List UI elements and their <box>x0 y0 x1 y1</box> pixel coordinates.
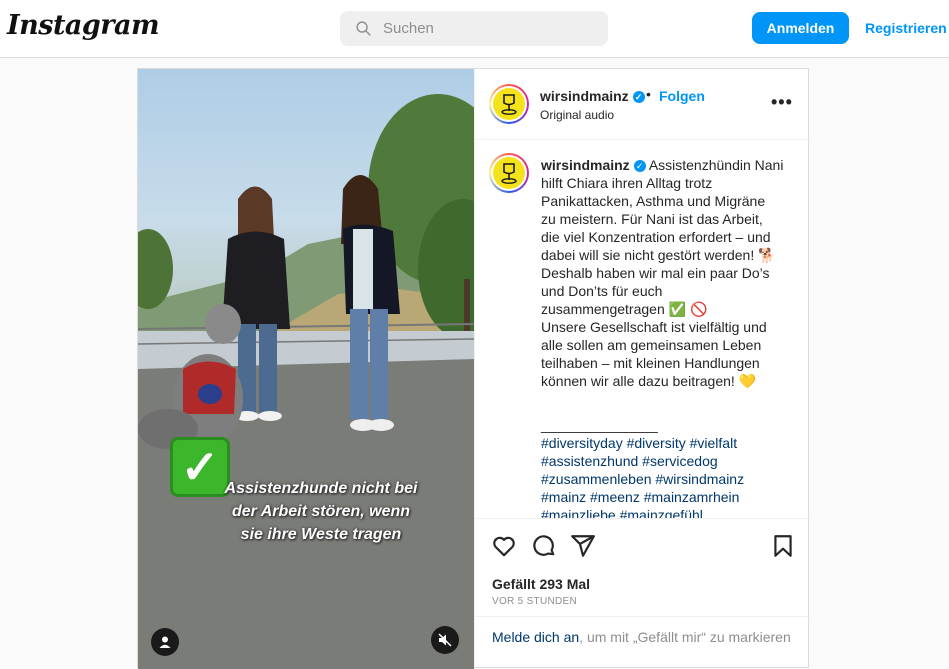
caption-line: Deshalb haben wir mal ein paar Do’s <box>541 265 770 281</box>
hashtag-line[interactable]: #mainzliebe #mainzgefühl <box>541 506 791 518</box>
likes-count[interactable]: Gefällt 293 Mal <box>492 576 590 592</box>
audio-label[interactable]: Original audio <box>540 108 614 122</box>
avatar[interactable] <box>489 84 529 124</box>
caption-line: wirsindmainz ✓ Assistenzhündin Nani <box>541 156 791 174</box>
post-actions: Gefällt 293 Mal VOR 5 STUNDEN Melde dich… <box>475 518 810 669</box>
follow-button[interactable]: Folgen <box>659 88 705 104</box>
caption-line: _______________ <box>541 417 658 433</box>
caption-line: die viel Konzentration erfordert – und <box>541 229 771 245</box>
hashtag-line[interactable]: #assistenzhund #servicedog <box>541 452 791 470</box>
bookmark-icon[interactable] <box>770 533 796 559</box>
post-timestamp: VOR 5 STUNDEN <box>492 596 578 607</box>
more-options-icon[interactable]: ••• <box>771 92 793 113</box>
hashtag-line[interactable]: #mainz #meenz #mainzamrhein <box>541 488 791 506</box>
login-prompt: Melde dich an, um mit „Gefällt mir“ zu m… <box>475 616 810 645</box>
avatar[interactable] <box>489 153 529 193</box>
video-caption-overlay: Assistenzhunde nicht bei der Arbeit stör… <box>186 477 456 546</box>
caption-line: können wir alle dazu beitragen! 💛 <box>541 373 757 389</box>
overlay-line: Assistenzhunde nicht bei <box>224 480 418 497</box>
caption-section: wirsindmainz ✓ Assistenzhündin Nani hilft… <box>475 140 810 518</box>
caption-text-part: Assistenzhündin Nani <box>648 157 784 173</box>
top-navigation-bar: Instagram Anmelden Registrieren <box>0 0 949 58</box>
caption-line: dabei will sie nicht gestört werden! 🐕 <box>541 247 776 263</box>
caption-line: alle sollen am gemeinsamen Leben <box>541 337 762 353</box>
video-frame <box>138 94 474 669</box>
post-card: ✓ Assistenzhunde nicht bei der Arbeit st… <box>137 68 810 669</box>
caption-line: Unsere Gesellschaft ist vielfältig und <box>541 319 767 335</box>
search-input[interactable] <box>383 11 598 46</box>
login-button[interactable]: Anmelden <box>752 12 849 44</box>
caption-line: zusammengetragen ✅ 🚫 <box>541 301 708 317</box>
search-box[interactable] <box>340 11 608 46</box>
caption-text: wirsindmainz ✓ Assistenzhündin Nani hilft… <box>541 156 791 518</box>
login-link[interactable]: Melde dich an <box>492 629 579 645</box>
verified-icon: ✓ <box>633 160 646 173</box>
hashtag-line[interactable]: #zusammenleben #wirsindmainz <box>541 470 791 488</box>
overlay-line: der Arbeit stören, wenn <box>231 503 411 520</box>
separator-dot: • <box>646 86 651 102</box>
instagram-logo[interactable]: Instagram <box>7 10 160 41</box>
comment-icon[interactable] <box>531 533 557 559</box>
speaker-muted-icon <box>438 633 452 647</box>
mute-button[interactable] <box>431 626 459 654</box>
login-prompt-text: , um mit „Gefällt mir“ zu markieren <box>579 629 791 645</box>
share-icon[interactable] <box>570 533 596 559</box>
hashtag-line[interactable]: #diversityday #diversity #vielfalt <box>541 434 791 452</box>
heart-icon[interactable] <box>491 533 517 559</box>
post-sidebar: wirsindmainz ✓ • Folgen Original audio ••… <box>474 69 810 669</box>
post-author[interactable]: wirsindmainz ✓ <box>540 88 645 104</box>
username[interactable]: wirsindmainz <box>540 88 629 104</box>
caption-line: Panikattacken, Asthma und Migräne <box>541 193 766 209</box>
post-header: wirsindmainz ✓ • Folgen Original audio ••… <box>475 69 810 140</box>
mainz-logo-icon <box>501 163 517 184</box>
caption-line: und Don’ts für euch <box>541 283 663 299</box>
register-link[interactable]: Registrieren <box>865 20 947 36</box>
caption-line: hilft Chiara ihren Alltag trotz <box>541 175 713 191</box>
verified-icon: ✓ <box>632 91 645 104</box>
mainz-logo-icon <box>501 94 517 115</box>
overlay-line: sie ihre Weste tragen <box>240 526 402 543</box>
caption-line: teilhaben – mit kleinen Handlungen <box>541 355 760 371</box>
video-player[interactable]: ✓ Assistenzhunde nicht bei der Arbeit st… <box>138 69 474 669</box>
caption-username[interactable]: wirsindmainz <box>541 157 630 173</box>
tagged-users-button[interactable] <box>151 628 179 656</box>
search-icon <box>356 21 371 36</box>
caption-line: zu meistern. Für Nani ist das Arbeit, <box>541 211 763 227</box>
caption-line <box>541 390 791 408</box>
